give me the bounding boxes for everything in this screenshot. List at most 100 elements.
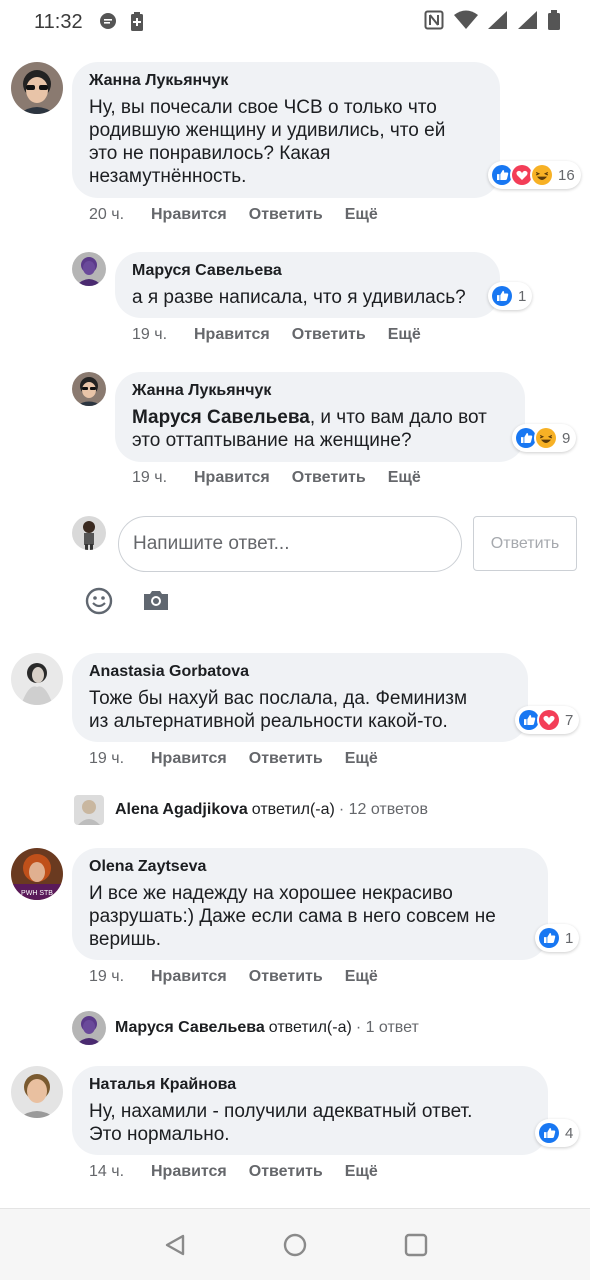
reaction-count: 4 — [565, 1124, 574, 1142]
more-button[interactable]: Ещё — [345, 968, 378, 986]
comment-time[interactable]: 19 ч. — [132, 326, 194, 344]
battery-saver-icon — [130, 12, 144, 37]
like-button[interactable]: Нравится — [151, 1163, 227, 1181]
comment-actions: 19 ч. Нравится Ответить Ещё — [132, 469, 443, 487]
thread-author: Alena Agadjikova — [115, 801, 248, 818]
like-icon — [537, 926, 561, 950]
thread-verb: ответил(-а) — [251, 801, 335, 818]
love-icon — [537, 708, 561, 732]
avatar[interactable] — [72, 372, 106, 406]
comment-author[interactable]: Жанна Лукьянчук — [89, 72, 484, 90]
more-button[interactable]: Ещё — [388, 469, 421, 487]
comment-text: Ну, вы почесали свое ЧСВ о только что ро… — [89, 97, 446, 187]
reply-button[interactable]: Ответить — [292, 326, 366, 344]
like-button[interactable]: Нравится — [194, 469, 270, 487]
comment-author[interactable]: Жанна Лукьянчук — [132, 382, 509, 400]
more-button[interactable]: Ещё — [345, 206, 378, 224]
thread-verb: ответил(-а) — [268, 1019, 352, 1036]
svg-text:PWH STB: PWH STB — [21, 890, 53, 897]
like-icon — [490, 284, 514, 308]
avatar[interactable] — [72, 252, 106, 286]
comment-text: Ну, нахамили - получили адекватный ответ… — [89, 1101, 473, 1145]
thread-reply-count: · 12 ответов — [338, 801, 428, 818]
comment-time[interactable]: 19 ч. — [132, 469, 194, 487]
comment-actions: 19 ч. Нравится Ответить Ещё — [89, 750, 400, 768]
reply-button[interactable]: Ответить — [249, 968, 323, 986]
battery-icon — [548, 10, 560, 35]
camera-icon[interactable] — [142, 588, 170, 617]
view-replies-link[interactable]: Маруся Савельева ответил(-а) · 1 ответ — [72, 1011, 419, 1045]
reactions-summary[interactable]: 16 — [488, 161, 581, 189]
reactions-summary[interactable]: 4 — [535, 1119, 580, 1147]
reaction-count: 7 — [565, 711, 574, 729]
wifi-icon — [454, 10, 478, 35]
avatar[interactable]: PWH STB — [11, 848, 63, 900]
comment-time[interactable]: 20 ч. — [89, 206, 151, 224]
comment-author[interactable]: Anastasia Gorbatova — [89, 663, 512, 681]
more-button[interactable]: Ещё — [345, 1163, 378, 1181]
thread-author: Маруся Савельева — [115, 1019, 265, 1036]
avatar[interactable] — [11, 653, 63, 705]
comment-bubble: Жанна Лукьянчук Ну, вы почесали свое ЧСВ… — [72, 62, 500, 198]
comment-author[interactable]: Наталья Крайнова — [89, 1076, 532, 1094]
reactions-summary[interactable]: 1 — [488, 282, 533, 310]
comment-actions: 19 ч. Нравится Ответить Ещё — [89, 968, 400, 986]
comment-bubble: Наталья Крайнова Ну, нахамили - получили… — [72, 1066, 548, 1155]
reply-button[interactable]: Ответить — [249, 750, 323, 768]
reply-button[interactable]: Ответить — [249, 1163, 323, 1181]
reply-input[interactable]: Напишите ответ... — [118, 516, 462, 572]
reactions-summary[interactable]: 1 — [535, 924, 580, 952]
comment-actions: 19 ч. Нравится Ответить Ещё — [132, 326, 443, 344]
reaction-count: 1 — [565, 929, 574, 947]
reply-button[interactable]: Ответить — [249, 206, 323, 224]
status-icons — [424, 10, 560, 35]
back-icon[interactable] — [163, 1233, 187, 1262]
reactions-summary[interactable]: 7 — [515, 706, 580, 734]
comment-bubble: Жанна Лукьянчук Маруся Савельева, и что … — [115, 372, 525, 462]
haha-icon — [534, 426, 558, 450]
reaction-count: 9 — [562, 429, 571, 447]
reactions-summary[interactable]: 9 — [512, 424, 577, 452]
signal-2-icon — [518, 10, 538, 35]
reaction-count: 1 — [518, 287, 527, 305]
comment-text: а я разве написала, что я удивилась? — [132, 287, 466, 308]
more-button[interactable]: Ещё — [345, 750, 378, 768]
reaction-count: 16 — [558, 166, 575, 184]
reply-button[interactable]: Ответить — [292, 469, 366, 487]
status-time: 11:32 — [34, 11, 83, 33]
like-icon — [537, 1121, 561, 1145]
emoji-icon[interactable] — [85, 587, 113, 620]
more-button[interactable]: Ещё — [388, 326, 421, 344]
avatar[interactable] — [11, 62, 63, 114]
system-navigation-bar — [0, 1208, 590, 1280]
comment-time[interactable]: 19 ч. — [89, 750, 151, 768]
like-button[interactable]: Нравится — [151, 968, 227, 986]
avatar[interactable] — [11, 1066, 63, 1118]
comment-time[interactable]: 19 ч. — [89, 968, 151, 986]
comment-actions: 14 ч. Нравится Ответить Ещё — [89, 1163, 400, 1181]
comment-actions: 20 ч. Нравится Ответить Ещё — [89, 206, 400, 224]
home-icon[interactable] — [283, 1233, 307, 1262]
avatar — [72, 1011, 106, 1045]
thread-reply-count: · 1 ответ — [355, 1019, 419, 1036]
view-replies-link[interactable]: Alena Agadjikova ответил(-а) · 12 ответо… — [74, 795, 428, 825]
avatar — [74, 795, 104, 825]
mention-link[interactable]: Маруся Савельева — [132, 407, 310, 428]
status-bar: 11:32 — [0, 0, 590, 44]
recents-icon[interactable] — [404, 1233, 428, 1262]
reply-submit-button[interactable]: Ответить — [473, 516, 577, 571]
haha-icon — [530, 163, 554, 187]
comment-text: Маруся Савельева, и что вам дало вот это… — [132, 406, 509, 452]
like-button[interactable]: Нравится — [151, 206, 227, 224]
comment-bubble: Маруся Савельева а я разве написала, что… — [115, 252, 500, 318]
like-button[interactable]: Нравится — [151, 750, 227, 768]
comment-text: И все же надежду на хорошее некрасиво ра… — [89, 883, 496, 950]
comment-author[interactable]: Olena Zaytseva — [89, 858, 532, 876]
comment-bubble: Olena Zaytseva И все же надежду на хорош… — [72, 848, 548, 960]
comment-author[interactable]: Маруся Савельева — [132, 262, 484, 280]
messenger-notification-icon — [99, 12, 117, 35]
nfc-icon — [424, 10, 444, 35]
signal-icon — [488, 10, 508, 35]
like-button[interactable]: Нравится — [194, 326, 270, 344]
comment-time[interactable]: 14 ч. — [89, 1163, 151, 1181]
